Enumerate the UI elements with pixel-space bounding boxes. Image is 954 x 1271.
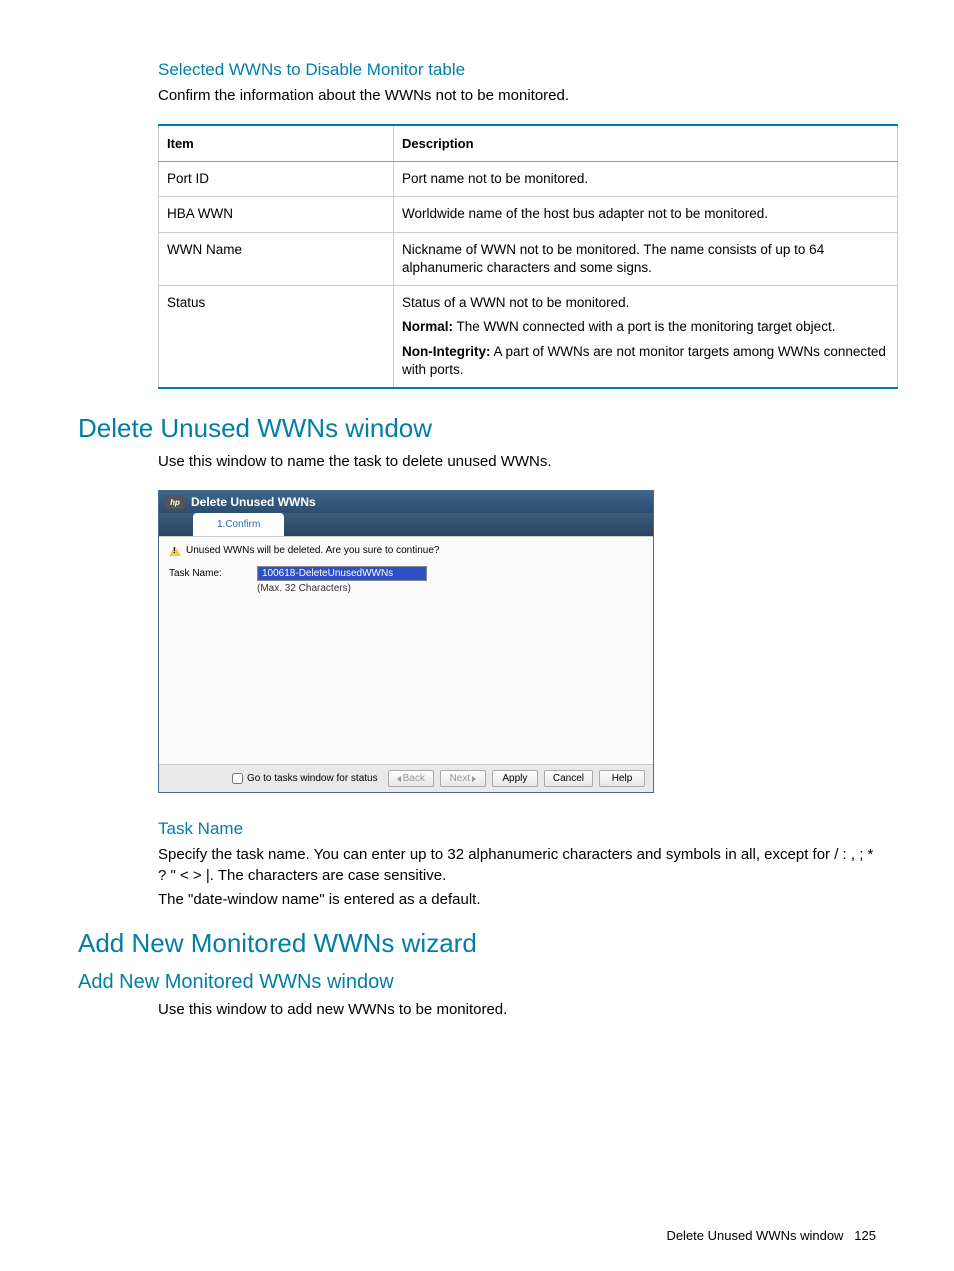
dialog-body: Unused WWNs will be deleted. Are you sur… xyxy=(159,536,653,764)
intro-text: Use this window to add new WWNs to be mo… xyxy=(158,1000,876,1020)
cell-item: HBA WWN xyxy=(159,197,394,232)
back-button[interactable]: Back xyxy=(388,770,434,787)
table-row: HBA WWN Worldwide name of the host bus a… xyxy=(159,197,898,232)
section-title: Task Name xyxy=(158,819,876,839)
cell-item: WWN Name xyxy=(159,232,394,285)
section-title: Selected WWNs to Disable Monitor table xyxy=(158,60,876,80)
task-name-hint: (Max. 32 Characters) xyxy=(257,583,427,594)
dialog-title: Delete Unused WWNs xyxy=(191,495,316,509)
th-item: Item xyxy=(159,125,394,162)
task-name-p2: The "date-window name" is entered as a d… xyxy=(158,890,876,910)
cell-item: Status xyxy=(159,286,394,388)
cell-desc: Nickname of WWN not to be monitored. The… xyxy=(394,232,898,285)
cell-item: Port ID xyxy=(159,162,394,197)
delete-unused-wwns-dialog: hp Delete Unused WWNs 1.Confirm Unused W… xyxy=(158,490,654,793)
next-button[interactable]: Next xyxy=(440,770,486,787)
page-number: 125 xyxy=(854,1228,876,1243)
goto-tasks-label: Go to tasks window for status xyxy=(247,773,378,784)
tab-confirm[interactable]: 1.Confirm xyxy=(193,513,284,536)
wwn-table: Item Description Port ID Port name not t… xyxy=(158,124,898,389)
h2-add-new-window: Add New Monitored WWNs window xyxy=(78,971,876,994)
cell-desc: Port name not to be monitored. xyxy=(394,162,898,197)
table-row: Port ID Port name not to be monitored. xyxy=(159,162,898,197)
table-row: Status Status of a WWN not to be monitor… xyxy=(159,286,898,388)
task-name-p1: Specify the task name. You can enter up … xyxy=(158,845,876,886)
intro-text: Confirm the information about the WWNs n… xyxy=(158,86,876,106)
dialog-tabstrip: 1.Confirm xyxy=(159,513,653,536)
th-desc: Description xyxy=(394,125,898,162)
nonint-label: Non-Integrity: xyxy=(402,344,491,359)
dialog-titlebar: hp Delete Unused WWNs xyxy=(159,491,653,513)
chevron-right-icon xyxy=(472,776,476,782)
page-footer: Delete Unused WWNs window 125 xyxy=(666,1228,876,1243)
warning-icon xyxy=(169,546,181,556)
chevron-left-icon xyxy=(397,776,401,782)
hp-logo-icon: hp xyxy=(165,495,185,509)
dialog-footer: Go to tasks window for status Back Next … xyxy=(159,764,653,792)
normal-text: The WWN connected with a port is the mon… xyxy=(453,319,835,334)
cancel-button[interactable]: Cancel xyxy=(544,770,593,787)
status-line1: Status of a WWN not to be monitored. xyxy=(402,294,889,312)
table-row: WWN Name Nickname of WWN not to be monit… xyxy=(159,232,898,285)
footer-text: Delete Unused WWNs window xyxy=(666,1228,843,1243)
cell-desc: Worldwide name of the host bus adapter n… xyxy=(394,197,898,232)
h1-add-new-wizard: Add New Monitored WWNs wizard xyxy=(78,928,876,959)
h1-delete-unused: Delete Unused WWNs window xyxy=(78,413,876,444)
task-name-input[interactable] xyxy=(257,566,427,581)
help-button[interactable]: Help xyxy=(599,770,645,787)
goto-tasks-checkbox[interactable] xyxy=(232,773,243,784)
task-name-label: Task Name: xyxy=(169,566,233,579)
intro-text: Use this window to name the task to dele… xyxy=(158,452,876,472)
normal-label: Normal: xyxy=(402,319,453,334)
warning-text: Unused WWNs will be deleted. Are you sur… xyxy=(186,545,439,556)
cell-desc: Status of a WWN not to be monitored. Nor… xyxy=(394,286,898,388)
apply-button[interactable]: Apply xyxy=(492,770,538,787)
